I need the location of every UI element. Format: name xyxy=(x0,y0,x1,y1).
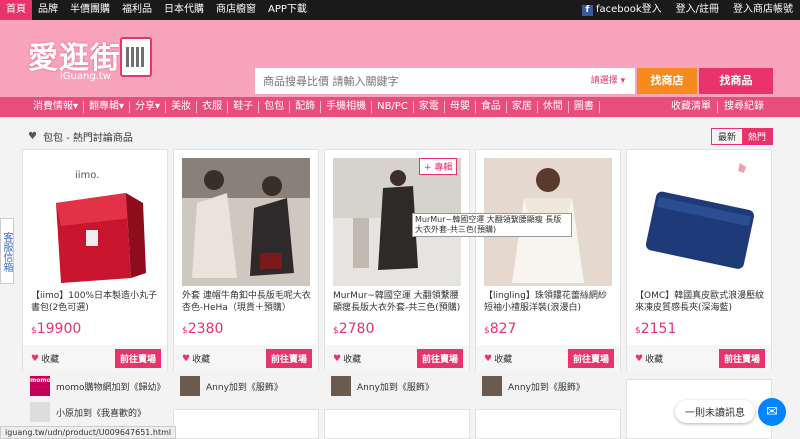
cat-appliances[interactable]: 家電 xyxy=(414,101,445,113)
facebook-icon: f xyxy=(581,4,593,16)
nav-brand[interactable]: 品牌 xyxy=(32,0,64,20)
nav-app[interactable]: APP下載 xyxy=(262,0,313,20)
svg-text:iimo.: iimo. xyxy=(75,170,99,181)
login-link[interactable]: 登入/註冊 xyxy=(669,0,726,20)
nav-showcase[interactable]: 商店櫥窗 xyxy=(210,0,262,20)
cat-accessories[interactable]: 配飾 xyxy=(290,101,322,113)
add-to-album-tag[interactable]: + 專輯 xyxy=(419,158,458,175)
sort-hot[interactable]: 熱門 xyxy=(741,128,772,144)
product-price: $19900 xyxy=(31,321,82,337)
favorite-button[interactable]: ♥ 收藏 xyxy=(333,352,361,366)
activity-row[interactable]: Anny加到《服飾》 xyxy=(180,376,283,396)
avatar xyxy=(180,376,200,396)
cat-leisure[interactable]: 休閒 xyxy=(538,101,569,113)
qr-code-icon[interactable] xyxy=(120,37,152,77)
favorite-button[interactable]: ♥ 收藏 xyxy=(635,352,663,366)
product-title[interactable]: MurMur~韓國空運 大翻領繫腰顯瘦長版大衣外套-共三色(預購) xyxy=(333,290,463,314)
status-bar-url: iguang.tw/udn/product/U009647651.html xyxy=(0,426,177,439)
go-to-store-button[interactable]: 前往賣場 xyxy=(567,349,614,368)
go-to-store-button[interactable]: 前往賣場 xyxy=(265,349,312,368)
section-header: ♥ 包包 - 熱門討論商品 最新 熱門 xyxy=(28,127,773,145)
cat-shoes[interactable]: 鞋子 xyxy=(228,101,260,113)
avatar: momo xyxy=(30,376,51,396)
sort-toggle: 最新 熱門 xyxy=(710,127,773,145)
avatar xyxy=(30,402,50,422)
cat-phones[interactable]: 手機相機 xyxy=(321,101,373,113)
cat-home[interactable]: 家居 xyxy=(507,101,538,113)
product-price: $2780 xyxy=(333,321,375,337)
section-title: 包包 - 熱門討論商品 xyxy=(42,132,133,144)
facebook-login[interactable]: f facebook登入 xyxy=(575,0,669,20)
cat-clothes[interactable]: 衣服 xyxy=(197,101,229,113)
find-shop-button[interactable]: 找商店 xyxy=(637,68,697,94)
activity-row[interactable]: Anny加到《服飾》 xyxy=(331,376,434,396)
cat-bags[interactable]: 包包 xyxy=(259,101,291,113)
find-product-button[interactable]: 找商品 xyxy=(699,68,773,94)
cat-share[interactable]: 分享▾ xyxy=(130,101,167,113)
product-card[interactable]: + 專輯 MurMur~韓國空運 大翻領繫腰顯瘦長版大衣外套-共三色(預購) $… xyxy=(324,149,470,371)
cat-deals[interactable]: 消費情報▾ xyxy=(28,101,85,113)
product-card[interactable] xyxy=(173,409,319,439)
product-image[interactable]: iimo. xyxy=(31,158,159,286)
go-to-store-button[interactable]: 前往賣場 xyxy=(718,349,765,368)
avatar xyxy=(331,376,351,396)
product-title[interactable]: 【OMC】韓國真皮歐式浪漫壓紋來凍皮質感長夾(深海藍) xyxy=(635,290,765,314)
product-card[interactable]: 【lingling】珠領鏤花蕾絲網紗短袖小禮服洋裝(浪漫白) A2096-2 $… xyxy=(475,149,621,371)
product-card[interactable] xyxy=(324,409,470,439)
product-title[interactable]: 外套 連帽牛角釦中長版毛呢大衣 杏色-HeHa（現貨＋預購） xyxy=(182,290,312,314)
product-image[interactable] xyxy=(635,158,763,286)
sort-newest[interactable]: 最新 xyxy=(712,129,742,144)
search-history-link[interactable]: 搜尋紀錄 xyxy=(718,101,770,113)
go-to-store-button[interactable]: 前往賣場 xyxy=(114,349,161,368)
favorite-button[interactable]: ♥ 收藏 xyxy=(484,352,512,366)
product-tooltip: MurMur~韓國空運 大翻領繫腰顯瘦 長版大衣外套-共三色(預購) xyxy=(412,213,572,237)
heart-icon: ♥ xyxy=(635,353,644,364)
go-to-store-button[interactable]: 前往賣場 xyxy=(416,349,463,368)
cat-food[interactable]: 食品 xyxy=(476,101,507,113)
cat-albums[interactable]: 翻專輯▾ xyxy=(84,101,131,113)
category-bar: 消費情報▾ 翻專輯▾ 分享▾ 美妝 衣服 鞋子 包包 配飾 手機相機 NB/PC… xyxy=(0,97,800,117)
unread-message-bubble[interactable]: 一則未讀訊息 xyxy=(675,400,755,423)
customer-service-tab[interactable]: 客服信箱 xyxy=(0,218,14,284)
product-card[interactable]: 外套 連帽牛角釦中長版毛呢大衣 杏色-HeHa（現貨＋預購） $2380 ♥ 收藏… xyxy=(173,149,319,371)
messenger-icon[interactable]: ✉ xyxy=(758,398,786,426)
product-title[interactable]: 【lingling】珠領鏤花蕾絲網紗短袖小禮服洋裝(浪漫白) A2096-2 xyxy=(484,290,614,314)
product-image[interactable] xyxy=(182,158,310,286)
heart-icon: ♥ xyxy=(484,353,493,364)
search-input[interactable] xyxy=(255,68,581,94)
search-bar: 請選擇 ▾ 找商店 找商品 xyxy=(255,68,773,94)
heart-icon: ♥ xyxy=(182,353,191,364)
cat-pc[interactable]: NB/PC xyxy=(372,101,414,113)
product-price: $827 xyxy=(484,321,517,337)
product-card[interactable] xyxy=(475,409,621,439)
shop-login-link[interactable]: 登入商店帳號 xyxy=(726,0,800,20)
top-nav-bar: 首頁 品牌 半價團購 福利品 日本代購 商店櫥窗 APP下載 f facebook… xyxy=(0,0,800,20)
favorite-button[interactable]: ♥ 收藏 xyxy=(182,352,210,366)
activity-row[interactable]: 小原加到《我喜歡的》 xyxy=(30,402,146,422)
avatar xyxy=(482,376,502,396)
cat-books[interactable]: 圖書 xyxy=(569,101,600,113)
product-price: $2380 xyxy=(182,321,224,337)
product-price: $2151 xyxy=(635,321,677,337)
nav-home[interactable]: 首頁 xyxy=(0,0,32,20)
product-card[interactable]: iimo. 【iimo】100%日本製造小丸子書包(2色可選) $19900 ♥… xyxy=(22,149,168,371)
heart-icon: ♥ xyxy=(31,353,40,364)
cat-beauty[interactable]: 美妝 xyxy=(166,101,198,113)
product-card[interactable]: 【OMC】韓國真皮歐式浪漫壓紋來凍皮質感長夾(深海藍) $2151 ♥ 收藏 前往… xyxy=(626,149,772,371)
activity-row[interactable]: momo momo購物網加到《歸幼》 xyxy=(30,376,166,396)
search-category-select[interactable]: 請選擇 ▾ xyxy=(581,68,635,94)
product-title[interactable]: 【iimo】100%日本製造小丸子書包(2色可選) xyxy=(31,290,161,314)
heart-icon: ♥ xyxy=(333,353,342,364)
header: 愛逛街 iGuang.tw 請選擇 ▾ 找商店 找商品 xyxy=(0,20,800,97)
favorite-button[interactable]: ♥ 收藏 xyxy=(31,352,59,366)
nav-japan[interactable]: 日本代購 xyxy=(158,0,210,20)
activity-row[interactable]: Anny加到《服飾》 xyxy=(482,376,585,396)
heart-icon: ♥ xyxy=(28,130,37,142)
favorites-list-link[interactable]: 收藏清單 xyxy=(665,101,718,113)
nav-welfare[interactable]: 福利品 xyxy=(116,0,158,20)
nav-group-buy[interactable]: 半價團購 xyxy=(64,0,116,20)
cat-baby[interactable]: 母嬰 xyxy=(445,101,476,113)
